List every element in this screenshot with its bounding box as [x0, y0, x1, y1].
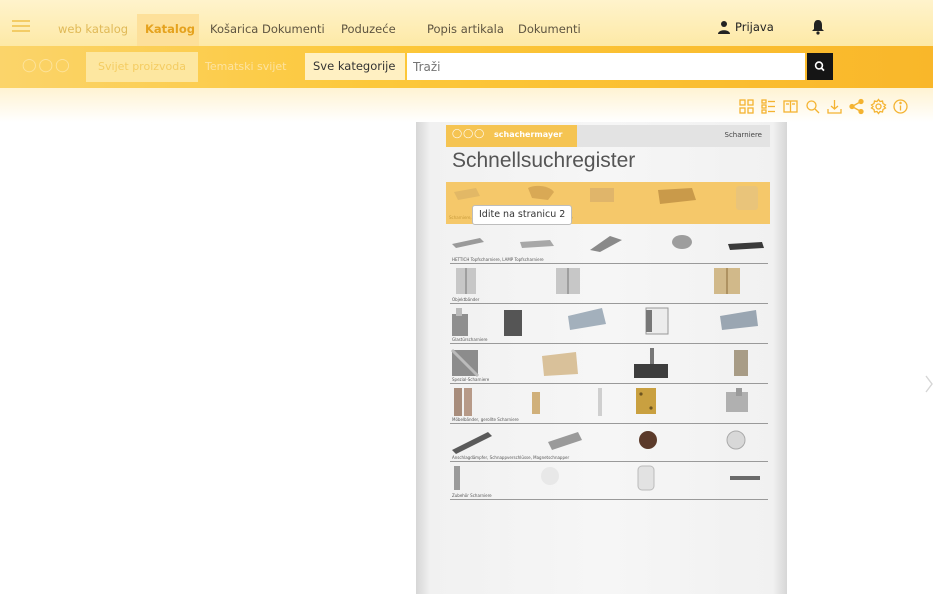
brand-name: schachermayer [494, 130, 563, 139]
category-select[interactable]: Sve kategorije [305, 53, 405, 96]
book-view-icon[interactable] [782, 98, 799, 115]
page-tooltip: Idite na stranicu 2 [472, 205, 573, 225]
nav-dokumenti[interactable]: Dokumenti [262, 22, 325, 36]
damper-icon [452, 430, 746, 454]
search-bar-row: ◯◯◯ Svijet proizvoda Tematski svijet Sve… [0, 46, 933, 96]
logo-icon[interactable]: ◯◯◯ [22, 58, 72, 73]
accessory-icon [454, 465, 760, 491]
catalog-page[interactable]: ◯◯◯ schachermayer Scharniere Schnellsuch… [416, 122, 787, 594]
share-icon[interactable] [848, 98, 865, 115]
object-hinge-icon [456, 268, 740, 294]
search-icon [814, 61, 825, 72]
row-caption: Möbelbänder, gerollte Scharniere [452, 417, 519, 422]
login-label: Prijava [735, 20, 774, 34]
special-hinge-icon [450, 348, 748, 378]
row-caption: Objektbänder [452, 297, 480, 302]
row-caption: Spezial-Scharniere [452, 377, 490, 382]
login-link[interactable]: Prijava [717, 20, 774, 34]
nav-kosarica[interactable]: Košarica [210, 22, 258, 36]
index-row-special-hinges[interactable]: Spezial-Scharniere [450, 344, 768, 384]
chevron-right-icon[interactable] [924, 374, 933, 394]
nav-popis-artikala[interactable]: Popis artikala [427, 22, 504, 36]
category-select-value: Sve kategorije [313, 59, 396, 73]
row-caption: HETTICH Topfscharniere, LAMP Topfscharni… [452, 257, 544, 262]
download-icon[interactable] [826, 98, 843, 115]
list-view-icon[interactable] [760, 98, 777, 115]
top-navigation: web katalog Katalog Košarica Dokumenti P… [0, 0, 933, 46]
settings-icon[interactable] [870, 98, 887, 115]
viewer-toolbar [0, 88, 933, 122]
page-header: ◯◯◯ schachermayer Scharniere [446, 125, 770, 147]
page-section-label: Scharniere [724, 131, 763, 139]
grid-view-icon[interactable] [738, 98, 755, 115]
user-icon [718, 21, 730, 34]
nav-web-katalog[interactable]: web katalog [58, 22, 128, 36]
bell-icon[interactable] [810, 19, 826, 35]
nav-poduzece[interactable]: Poduzeće [341, 22, 396, 36]
index-row-glass-door-hinges[interactable]: Glastürscharniere [450, 304, 768, 344]
row-caption: Glastürscharniere [452, 337, 488, 342]
row-caption: Anschlagdämpfer, Schnappverschlüsse, Mag… [452, 455, 570, 460]
row-divider [450, 499, 768, 500]
index-row-accessories[interactable]: Zubehör Scharniere [450, 462, 768, 500]
glass-hinge-icon [452, 307, 758, 336]
brand-bar: ◯◯◯ schachermayer [446, 125, 577, 147]
cup-hinge-icon [452, 235, 764, 252]
index-row-furniture-hinges[interactable]: Möbelbänder, gerollte Scharniere [450, 384, 768, 424]
tab-thematic-world[interactable]: Tematski svijet [205, 60, 286, 73]
hamburger-menu-icon[interactable] [12, 20, 30, 32]
furniture-hinge-icon [454, 388, 748, 416]
page-title: Schnellsuchregister [452, 149, 636, 172]
nav-katalog[interactable]: Katalog [145, 22, 195, 36]
index-row-dampers[interactable]: Anschlagdämpfer, Schnappverschlüsse, Mag… [450, 424, 768, 462]
index-row-object-hinges[interactable]: Objektbänder [450, 264, 768, 304]
search-button[interactable] [807, 53, 833, 80]
info-icon[interactable] [892, 98, 909, 115]
tab-product-world[interactable]: Svijet proizvoda [86, 52, 198, 82]
zoom-icon[interactable] [804, 98, 821, 115]
search-input[interactable] [407, 53, 805, 80]
nav-dokumenti-2[interactable]: Dokumenti [518, 22, 581, 36]
row-caption: Zubehör Scharniere [452, 493, 492, 498]
index-row-cup-hinges[interactable]: HETTICH Topfscharniere, LAMP Topfscharni… [450, 228, 768, 264]
brand-logo-icon: ◯◯◯ [452, 129, 486, 139]
